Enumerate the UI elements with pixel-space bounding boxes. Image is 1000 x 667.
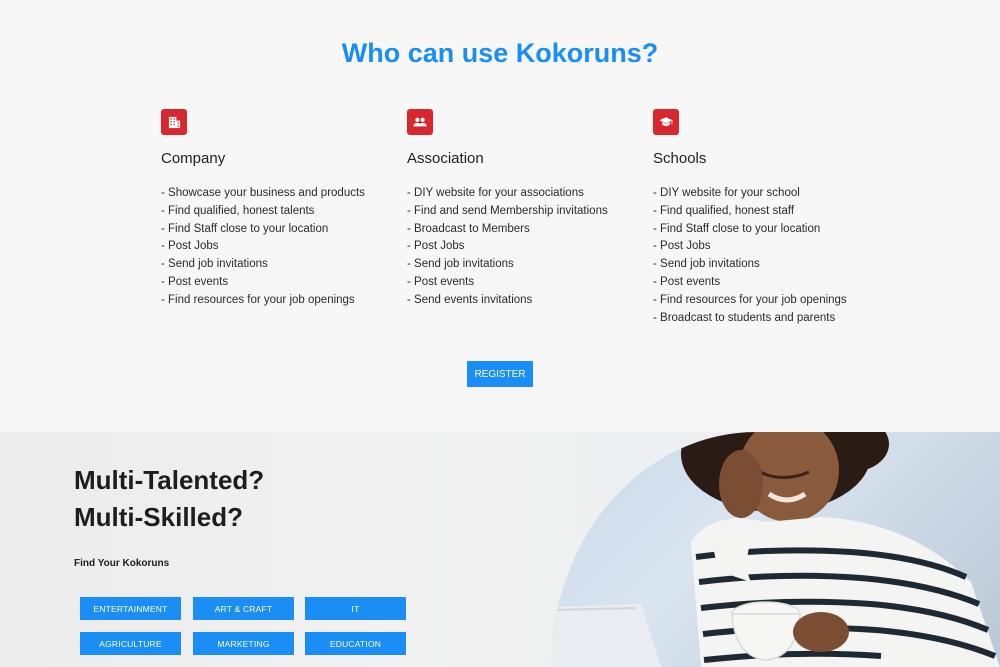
building-icon [161, 109, 187, 135]
list-item: - Post Jobs [407, 240, 465, 253]
list-item: - Send job invitations [407, 258, 514, 271]
list-item: - Find qualified, honest talents [161, 204, 315, 217]
people-icon [407, 109, 433, 135]
list-item: - Post Jobs [653, 240, 711, 253]
category-art-craft-button[interactable]: ART & CRAFT [193, 597, 294, 620]
talent-heading-line2: Multi-Skilled? [74, 502, 243, 532]
talent-heading-line1: Multi-Talented? [74, 465, 265, 495]
category-marketing-button[interactable]: MARKETING [193, 632, 294, 655]
graduation-cap-icon [653, 109, 679, 135]
who-can-use-section: Who can use Kokoruns? Company - Showcase… [0, 0, 1000, 432]
list-item: - Send events invitations [407, 293, 533, 306]
category-entertainment-button[interactable]: ENTERTAINMENT [80, 597, 181, 620]
list-item: - Find and send Membership invitations [407, 204, 608, 217]
list-item: - DIY website for your associations [407, 187, 584, 199]
talent-subtitle: Find Your Kokoruns [74, 558, 170, 569]
list-item: - Post events [653, 275, 721, 288]
list-item: - Broadcast to Members [407, 222, 530, 235]
register-button[interactable]: REGISTER [467, 361, 533, 387]
feature-list: - DIY website for your school - Find qua… [653, 185, 883, 327]
feature-list: - Showcase your business and products - … [161, 185, 391, 310]
list-item: - Find Staff close to your location [161, 222, 329, 235]
column-heading: Association [407, 150, 484, 167]
list-item: - DIY website for your school [653, 187, 800, 199]
list-item: - Find resources for your job openings [653, 293, 847, 306]
column-heading: Company [161, 150, 226, 167]
list-item: - Send job invitations [653, 258, 760, 271]
company-column: Company - Showcase your business and pro… [161, 109, 391, 310]
list-item: - Showcase your business and products [161, 187, 365, 199]
talent-section: Multi-Talented? Multi-Skilled? Find Your… [0, 432, 1000, 667]
category-education-button[interactable]: EDUCATION [305, 632, 406, 655]
feature-list: - DIY website for your associations - Fi… [407, 185, 637, 310]
list-item: - Post Jobs [161, 240, 219, 253]
list-item: - Broadcast to students and parents [653, 311, 836, 324]
hero-photo [551, 432, 1000, 667]
list-item: - Find resources for your job openings [161, 293, 355, 306]
list-item: - Post events [407, 275, 475, 288]
talent-heading: Multi-Talented? Multi-Skilled? [74, 462, 264, 536]
section-title: Who can use Kokoruns? [341, 38, 659, 68]
list-item: - Find qualified, honest staff [653, 204, 795, 217]
list-item: - Post events [161, 275, 229, 288]
category-agriculture-button[interactable]: AGRICULTURE [80, 632, 181, 655]
association-column: Association - DIY website for your assoc… [407, 109, 637, 310]
list-item: - Send job invitations [161, 258, 268, 271]
list-item: - Find Staff close to your location [653, 222, 821, 235]
category-it-button[interactable]: IT [305, 597, 406, 620]
column-heading: Schools [653, 150, 707, 167]
schools-column: Schools - DIY website for your school - … [653, 109, 883, 327]
